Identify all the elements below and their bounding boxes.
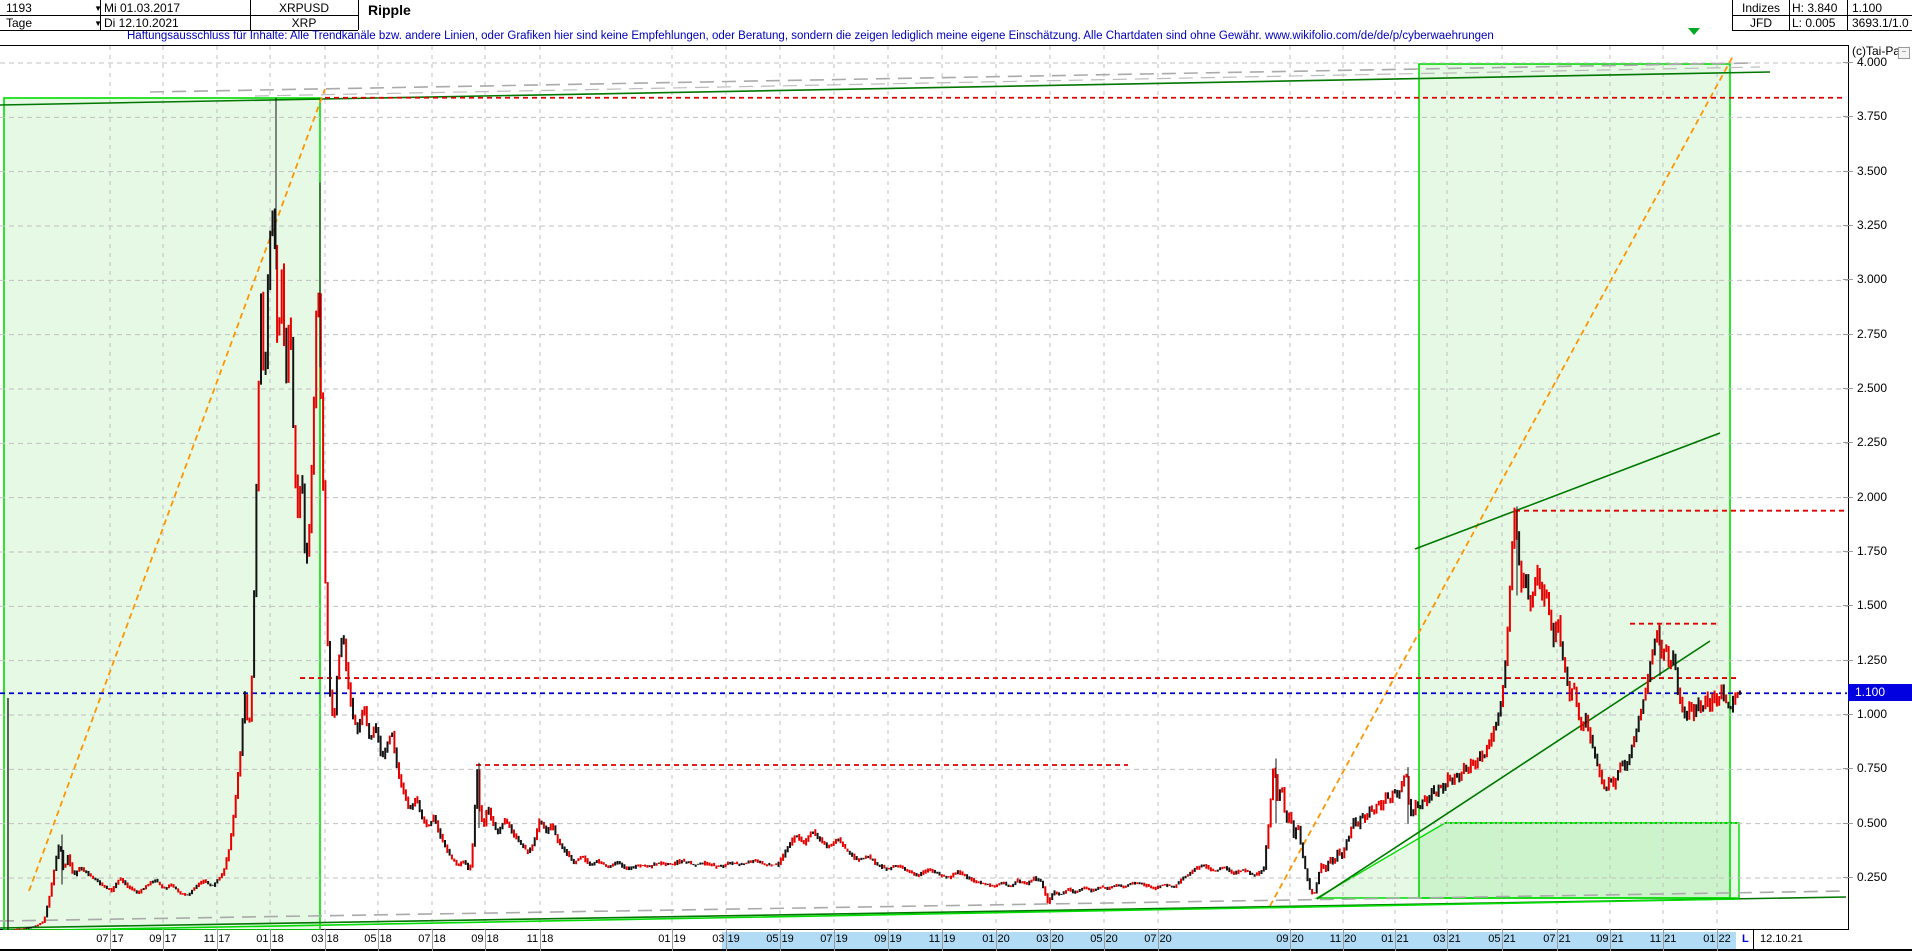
date-tick-label: 09 19 (874, 933, 902, 945)
price-tick (1843, 768, 1853, 769)
date-tick-label: 07 20 (1144, 933, 1172, 945)
info-index-value: 3693.1/1.0 (1852, 16, 1912, 30)
date-tick-label: 09 18 (471, 933, 499, 945)
price-tick-label: 0.500 (1857, 816, 1887, 830)
price-tick (1843, 334, 1853, 335)
marker-triangle-icon (1688, 28, 1700, 35)
price-tick-label: 2.250 (1857, 435, 1887, 449)
collapse-icon[interactable]: − (1898, 47, 1910, 59)
date-tick-label: 01 22 (1703, 933, 1731, 945)
date-tick-label: 01 21 (1381, 933, 1409, 945)
date-tick-label: 05 19 (766, 933, 794, 945)
axis-divider (1753, 930, 1754, 951)
price-tick-label: 3.500 (1857, 164, 1887, 178)
price-tick-label: 2.500 (1857, 381, 1887, 395)
price-tick (1843, 279, 1853, 280)
price-axis[interactable]: 4.0003.7503.5003.2503.0002.7502.5002.250… (1848, 45, 1912, 930)
header-divider (1732, 30, 1912, 31)
symbol-ticker: XRPUSD (252, 1, 356, 15)
info-last-price: 1.100 (1852, 1, 1912, 15)
price-tick (1843, 388, 1853, 389)
info-indizes: Indizes (1735, 1, 1787, 15)
header-divider (0, 15, 358, 16)
date-tick-label: 03 19 (712, 933, 740, 945)
taipan-chart-window: 1193 ▼ Tage ▼ Mi 01.03.2017 Di 12.10.202… (0, 0, 1912, 952)
price-tick (1843, 225, 1853, 226)
price-tick-label: 2.750 (1857, 327, 1887, 341)
price-tick-label: 2.000 (1857, 490, 1887, 504)
date-tick-label: 03 21 (1433, 933, 1461, 945)
date-tick-label: 01 18 (256, 933, 284, 945)
date-tick-label: 07 18 (418, 933, 446, 945)
price-tick-label: 3.750 (1857, 109, 1887, 123)
period-value: Tage (6, 16, 32, 30)
end-date: Di 12.10.2021 (104, 16, 248, 30)
price-tick (1843, 171, 1853, 172)
price-tick-label: 0.750 (1857, 761, 1887, 775)
price-tick (1843, 877, 1853, 878)
price-tick-label: 1.750 (1857, 544, 1887, 558)
price-tick (1843, 714, 1853, 715)
disclaimer-text: Haftungsausschluss für Inhalte: Alle Tre… (127, 30, 1517, 42)
price-tick (1843, 551, 1853, 552)
price-tick (1843, 442, 1853, 443)
header-divider (358, 0, 359, 30)
bars-count-dropdown[interactable]: 1193 ▼ (2, 1, 106, 15)
date-tick-label: 09 20 (1276, 933, 1304, 945)
price-tick-label: 3.000 (1857, 272, 1887, 286)
date-tick-label: 11 21 (1650, 933, 1677, 945)
date-tick-label: 01 19 (658, 933, 686, 945)
info-broker: JFD (1735, 16, 1787, 30)
start-date: Mi 01.03.2017 (104, 1, 248, 15)
price-tick-label: 1.500 (1857, 598, 1887, 612)
price-tick-label: 0.250 (1857, 870, 1887, 884)
last-bar-marker: L (1742, 933, 1749, 945)
period-dropdown[interactable]: Tage ▼ (2, 16, 106, 30)
price-tick (1843, 660, 1853, 661)
date-tick-label: 11 18 (527, 933, 554, 945)
date-tick-label: 05 18 (364, 933, 392, 945)
date-tick-label: 05 21 (1488, 933, 1516, 945)
header-bar: 1193 ▼ Tage ▼ Mi 01.03.2017 Di 12.10.202… (0, 0, 1912, 45)
price-tick (1843, 116, 1853, 117)
date-tick-label: 11 17 (204, 933, 231, 945)
date-tick-label: 09 17 (149, 933, 177, 945)
symbol-short: XRP (252, 16, 356, 30)
date-tick-label: 11 19 (929, 933, 956, 945)
date-tick-label: 03 20 (1036, 933, 1064, 945)
price-tick (1843, 605, 1853, 606)
date-tick-label: 03 18 (311, 933, 339, 945)
date-tick-label: 07 19 (820, 933, 848, 945)
info-high: H: 3.840 (1792, 1, 1844, 15)
price-tick-label: 1.250 (1857, 653, 1887, 667)
candlestick-canvas (0, 46, 1848, 931)
price-tick-label: 1.000 (1857, 707, 1887, 721)
last-bar-date: 12.10.21 (1760, 933, 1803, 945)
price-tick (1843, 823, 1853, 824)
header-divider (1732, 15, 1912, 16)
date-tick-label: 07 21 (1543, 933, 1571, 945)
info-low: L: 0.005 (1792, 16, 1844, 30)
date-tick-label: 09 21 (1596, 933, 1624, 945)
date-tick-label: 07 17 (96, 933, 124, 945)
date-tick-label: 05 20 (1090, 933, 1118, 945)
date-axis[interactable]: L 12.10.21 07 17 09 17 11 17 01 18 03 18 05 1… (0, 930, 1912, 951)
price-tick-label: 3.250 (1857, 218, 1887, 232)
date-tick-label: 01 20 (982, 933, 1010, 945)
date-tick-label: 11 20 (1330, 933, 1357, 945)
bars-count-value: 1193 (6, 1, 32, 15)
price-tick (1843, 497, 1853, 498)
last-price-badge: 1.100 (1848, 684, 1912, 701)
price-tick (1843, 62, 1853, 63)
price-chart[interactable] (0, 45, 1848, 930)
instrument-name: Ripple (360, 1, 568, 19)
